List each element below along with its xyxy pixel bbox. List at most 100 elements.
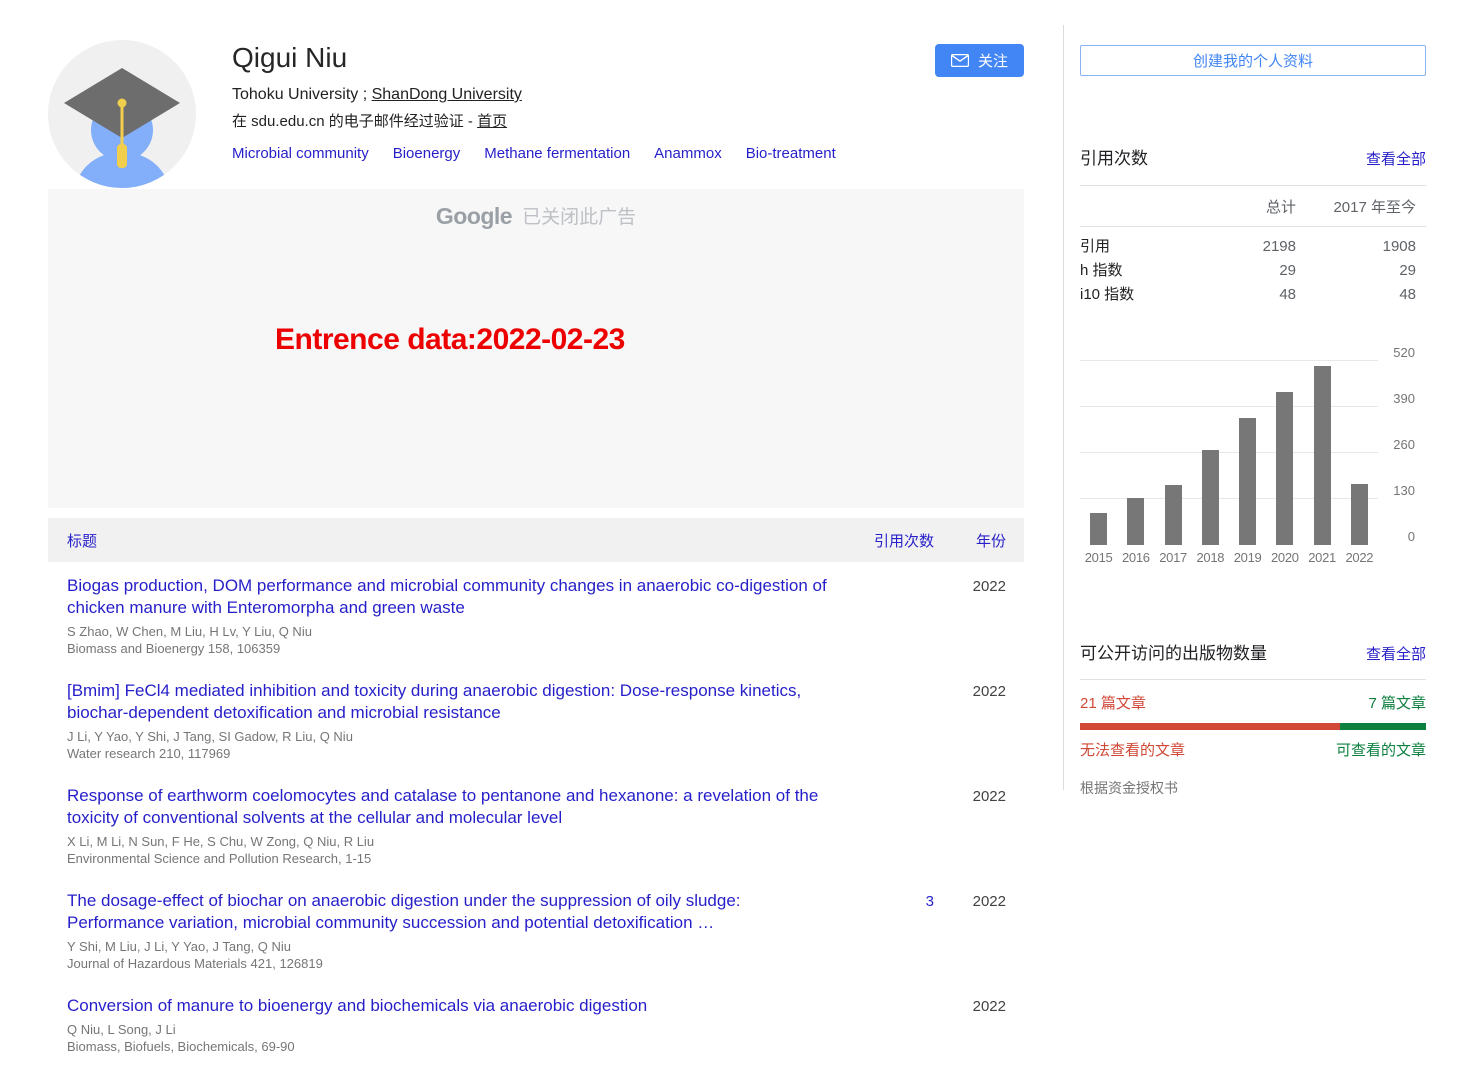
chart-x-label: 2022 (1341, 550, 1378, 565)
interest-link[interactable]: Methane fermentation (484, 145, 630, 162)
publication-title-link[interactable]: Conversion of manure to bioenergy and bi… (67, 995, 832, 1017)
citations-chart: 0130260390520 20152016201720182019202020… (1080, 353, 1426, 575)
chart-bar[interactable] (1202, 450, 1219, 545)
chart-y-label: 520 (1393, 345, 1415, 360)
profile-name: Qigui Niu (232, 42, 935, 74)
chart-y-axis: 0130260390520 (1378, 361, 1426, 545)
chart-bar[interactable] (1090, 513, 1107, 545)
interest-link[interactable]: Anammox (654, 145, 722, 162)
stat-since[interactable]: 48 (1296, 283, 1426, 307)
stat-total[interactable]: 2198 (1186, 235, 1296, 259)
chart-x-label: 2017 (1155, 550, 1192, 565)
chart-bar[interactable] (1314, 366, 1331, 545)
publication-title-link[interactable]: Biogas production, DOM performance and m… (67, 575, 832, 619)
publication-authors: Q Niu, L Song, J Li (67, 1021, 832, 1038)
publication-title-link[interactable]: Response of earthworm coelomocytes and c… (67, 785, 832, 829)
public-access-header: 可公开访问的出版物数量 查看全部 (1080, 639, 1426, 664)
publication-year: 2022 (934, 890, 1024, 972)
view-all-citations-link[interactable]: 查看全部 (1366, 148, 1426, 169)
chart-x-label: 2018 (1192, 550, 1229, 565)
publications-header: 标题 引用次数 年份 (48, 518, 1024, 562)
verified-email: 在 sdu.edu.cn 的电子邮件经过验证 - 首页 (232, 110, 935, 131)
stat-since[interactable]: 29 (1296, 259, 1426, 283)
affiliation-link[interactable]: ShanDong University (372, 86, 522, 103)
publication-main: The dosage-effect of biochar on anaerobi… (67, 890, 862, 972)
view-all-public-link[interactable]: 查看全部 (1366, 643, 1426, 664)
publication-cited-count (862, 575, 934, 657)
stat-row: i10 指数4848 (1080, 283, 1426, 307)
chart-bar[interactable] (1239, 418, 1256, 545)
publication-year: 2022 (934, 785, 1024, 867)
publication-title-link[interactable]: [Bmim] FeCl4 mediated inhibition and tox… (67, 680, 832, 724)
stat-label: 引用 (1080, 235, 1186, 259)
publication-year: 2022 (934, 680, 1024, 762)
publication-venue: Biomass and Bioenergy 158, 106359 (67, 640, 832, 657)
follow-label: 关注 (978, 50, 1008, 71)
create-profile-button[interactable]: 创建我的个人资料 (1080, 45, 1426, 76)
column-cited-by-header[interactable]: 引用次数 (862, 530, 934, 551)
homepage-link[interactable]: 首页 (477, 113, 507, 130)
scholar-profile-page: Qigui Niu Tohoku University ; ShanDong U… (0, 0, 1476, 1065)
publication-cited-count (862, 785, 934, 867)
publication-venue: Environmental Science and Pollution Rese… (67, 850, 832, 867)
chart-bar[interactable] (1276, 392, 1293, 545)
follow-button[interactable]: 关注 (935, 44, 1024, 77)
publication-venue: Biomass, Biofuels, Biochemicals, 69-90 (67, 1038, 832, 1055)
unavailable-count[interactable]: 21 篇文章 (1080, 692, 1146, 713)
publication-year: 2022 (934, 575, 1024, 657)
chart-bars (1080, 361, 1378, 545)
chart-bar-cell (1117, 361, 1154, 545)
access-progress-bar (1080, 723, 1426, 730)
sidebar: 创建我的个人资料 引用次数 查看全部 总计 2017 年至今 引用2198190… (1080, 0, 1426, 798)
publication-row: [Bmim] FeCl4 mediated inhibition and tox… (48, 667, 1024, 772)
public-access-counts: 21 篇文章 7 篇文章 (1080, 692, 1426, 713)
chart-bar[interactable] (1351, 484, 1368, 545)
publication-venue: Water research 210, 117969 (67, 745, 832, 762)
column-year-header[interactable]: 年份 (934, 530, 1024, 551)
citations-panel-header: 引用次数 查看全部 (1080, 144, 1426, 169)
funding-note: 根据资金授权书 (1080, 778, 1426, 798)
unavailable-segment (1080, 723, 1340, 730)
profile-affiliation: Tohoku University ; ShanDong University (232, 86, 935, 104)
publication-main: Response of earthworm coelomocytes and c… (67, 785, 862, 867)
stat-label: i10 指数 (1080, 283, 1186, 307)
chart-x-axis: 20152016201720182019202020212022 (1080, 550, 1378, 565)
column-title-header[interactable]: 标题 (48, 530, 862, 551)
ad-banner: Google已关闭此广告 Entrence data:2022-02-23 (48, 189, 1024, 508)
chart-x-label: 2020 (1266, 550, 1303, 565)
verified-email-text: 在 sdu.edu.cn 的电子邮件经过验证 - (232, 113, 477, 130)
chart-y-label: 260 (1393, 437, 1415, 452)
profile-header: Qigui Niu Tohoku University ; ShanDong U… (48, 40, 1024, 188)
interest-link[interactable]: Bio-treatment (746, 145, 836, 162)
publication-title-link[interactable]: The dosage-effect of biochar on anaerobi… (67, 890, 832, 934)
stat-total[interactable]: 48 (1186, 283, 1296, 307)
stat-row: h 指数2929 (1080, 259, 1426, 283)
stat-total[interactable]: 29 (1186, 259, 1296, 283)
publication-row: Conversion of manure to bioenergy and bi… (48, 982, 1024, 1065)
citations-title: 引用次数 (1080, 144, 1148, 169)
publication-cited-count[interactable]: 3 (862, 890, 934, 972)
chart-bar[interactable] (1165, 485, 1182, 545)
citation-stats-table: 总计 2017 年至今 引用21981908h 指数2929i10 指数4848 (1080, 185, 1426, 315)
publication-main: Biogas production, DOM performance and m… (67, 575, 862, 657)
chart-bar-cell (1080, 361, 1117, 545)
chart-bar-cell (1229, 361, 1266, 545)
chart-bar-cell (1266, 361, 1303, 545)
interest-link[interactable]: Bioenergy (393, 145, 461, 162)
publication-main: Conversion of manure to bioenergy and bi… (67, 995, 862, 1055)
public-access-labels: 无法查看的文章 可查看的文章 (1080, 739, 1426, 760)
interest-link[interactable]: Microbial community (232, 145, 369, 162)
entrance-date-overlay: Entrence data:2022-02-23 (275, 323, 625, 357)
available-count[interactable]: 7 篇文章 (1368, 692, 1426, 713)
profile-info: Qigui Niu Tohoku University ; ShanDong U… (232, 40, 935, 188)
chart-x-label: 2015 (1080, 550, 1117, 565)
chart-bar[interactable] (1127, 498, 1144, 545)
graduation-cap-avatar-icon (48, 40, 196, 188)
publication-row: Response of earthworm coelomocytes and c… (48, 772, 1024, 877)
stats-col-since: 2017 年至今 (1296, 196, 1426, 217)
chart-bar-cell (1192, 361, 1229, 545)
stats-table-body: 引用21981908h 指数2929i10 指数4848 (1080, 227, 1426, 315)
stat-since[interactable]: 1908 (1296, 235, 1426, 259)
publications-list: Biogas production, DOM performance and m… (48, 562, 1024, 1065)
affiliation-text: Tohoku University ; (232, 86, 372, 103)
